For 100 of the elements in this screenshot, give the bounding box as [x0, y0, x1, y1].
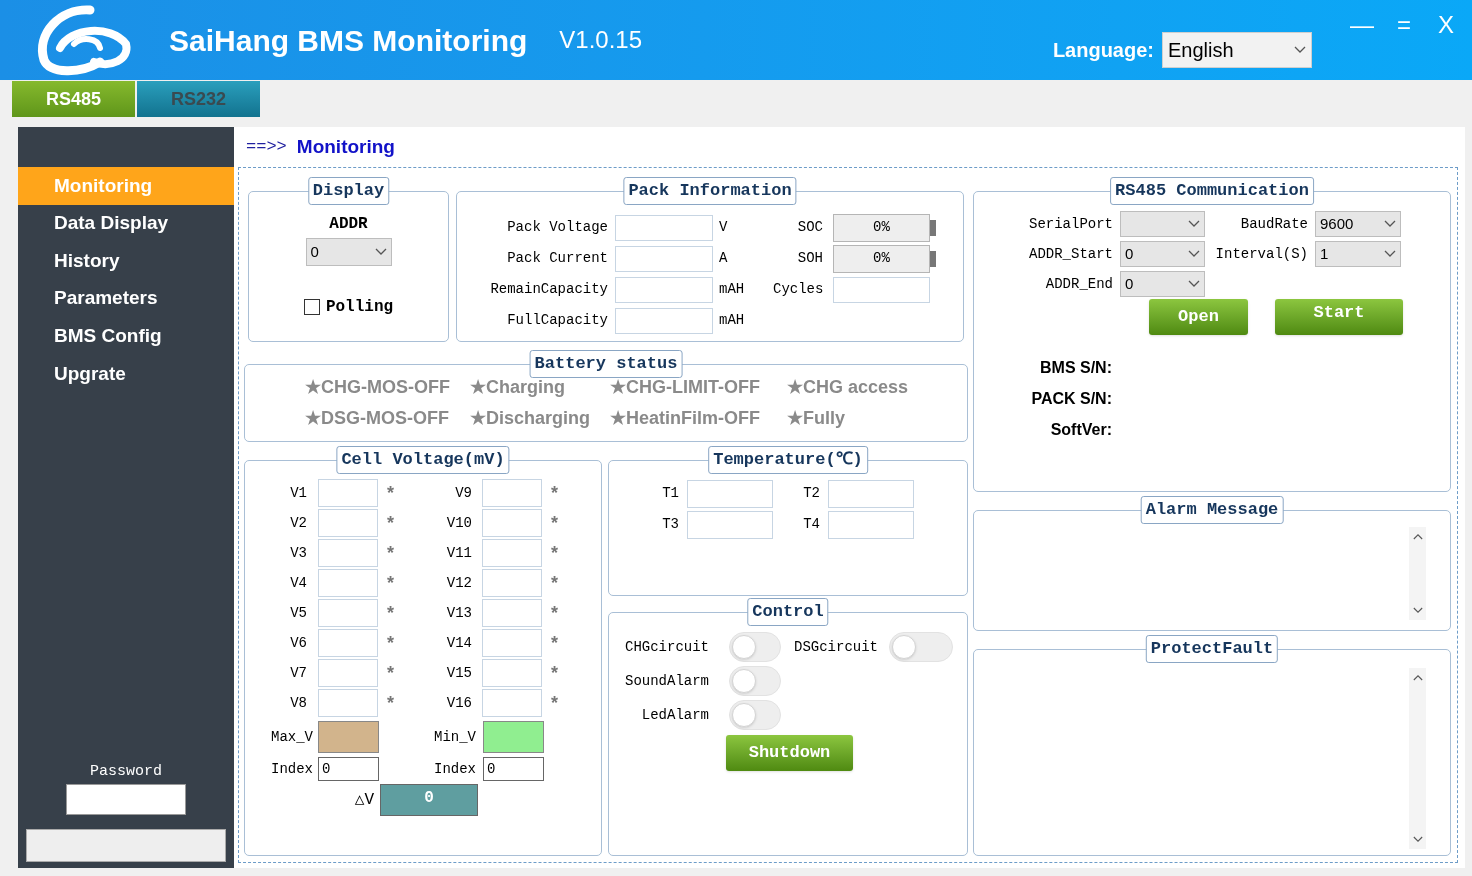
addr-label: ADDR	[329, 214, 368, 235]
serial-port-dropdown[interactable]	[1120, 211, 1205, 237]
toggle-switch[interactable]	[729, 666, 781, 696]
interval-dropdown[interactable]: 1	[1315, 241, 1401, 267]
cell-label: V1	[289, 483, 307, 503]
cell-voltage-field[interactable]	[318, 689, 378, 717]
language-dropdown[interactable]: English	[1162, 32, 1312, 68]
sidebar-item[interactable]: BMS Config	[18, 317, 234, 355]
field-label: RemainCapacity	[489, 280, 608, 299]
field-label: Pack Current	[506, 249, 608, 268]
cell-label: V11	[445, 543, 472, 563]
cell-label: V4	[289, 573, 307, 593]
index-label: Index	[433, 759, 476, 779]
value-field[interactable]	[615, 276, 713, 303]
chevron-down-icon	[1188, 220, 1200, 228]
cell-label: V3	[289, 543, 307, 563]
cell-voltage-field[interactable]	[318, 509, 378, 537]
temperature-field[interactable]	[687, 479, 773, 508]
balance-marker: *	[386, 571, 395, 595]
cell-label: V2	[289, 513, 307, 533]
unit-label: V	[718, 218, 729, 237]
chevron-up-icon	[1412, 533, 1423, 540]
cell-voltage-field[interactable]	[318, 539, 378, 567]
switch-label: LedAlarm	[640, 705, 709, 725]
gauge-value: 0%	[873, 249, 890, 268]
cell-label: V16	[445, 693, 472, 713]
chevron-down-icon	[1384, 220, 1396, 228]
value-field[interactable]	[615, 214, 713, 241]
battery-tip	[930, 219, 936, 236]
status-indicator: ★DSG-MOS-OFF	[305, 407, 450, 430]
cell-voltage-field[interactable]	[482, 539, 542, 567]
min-voltage-label: Min_V	[433, 727, 476, 747]
balance-marker: *	[386, 661, 395, 685]
temperature-field[interactable]	[828, 479, 914, 508]
cell-voltage-field[interactable]	[482, 479, 542, 507]
addr-start-dropdown[interactable]: 0	[1120, 241, 1205, 267]
index-field[interactable]: 0	[318, 757, 379, 781]
scrollbar[interactable]	[1409, 527, 1426, 620]
cell-label: V12	[445, 573, 472, 593]
gauge-value: 0%	[873, 218, 890, 237]
page-heading: Monitoring	[296, 134, 395, 159]
chevron-down-icon	[1384, 250, 1396, 258]
cell-voltage-field[interactable]	[482, 509, 542, 537]
language-label: Language:	[1052, 38, 1154, 63]
balance-marker: *	[386, 601, 395, 625]
value-field[interactable]	[615, 307, 713, 334]
cell-voltage-field[interactable]	[482, 569, 542, 597]
balance-marker: *	[386, 481, 395, 505]
checkbox[interactable]	[303, 299, 320, 315]
switch-label: DSGcircuit	[793, 637, 878, 657]
field-label: Interval(S)	[1214, 244, 1308, 264]
cell-label: V8	[289, 693, 307, 713]
group-title: Alarm Message	[1140, 496, 1284, 524]
chevron-down-icon	[1412, 607, 1423, 614]
value-field[interactable]	[833, 276, 930, 303]
cell-voltage-field[interactable]	[482, 689, 542, 717]
cell-voltage-field[interactable]	[482, 629, 542, 657]
addr-dropdown[interactable]: 0	[305, 238, 392, 266]
value-field[interactable]	[615, 245, 713, 272]
chevron-down-icon	[1412, 836, 1423, 843]
group-title: Cell Voltage(mV)	[336, 446, 510, 474]
switch-label: SoundAlarm	[624, 671, 709, 691]
sidebar-item[interactable]: Parameters	[18, 279, 234, 318]
delta-voltage-label: △V	[353, 790, 374, 811]
cell-voltage-field[interactable]	[318, 479, 378, 507]
toggle-switch[interactable]	[729, 700, 781, 730]
cell-voltage-field[interactable]	[482, 599, 542, 627]
field-label: FullCapacity	[506, 311, 608, 330]
baud-rate-dropdown[interactable]: 9600	[1315, 211, 1401, 237]
temperature-field[interactable]	[828, 510, 914, 539]
password-field[interactable]	[66, 784, 186, 815]
toggle-switch[interactable]	[729, 632, 781, 662]
index-field[interactable]: 0	[483, 757, 544, 781]
balance-marker: *	[550, 511, 559, 535]
cell-voltage-field[interactable]	[318, 569, 378, 597]
toggle-switch[interactable]	[889, 632, 953, 662]
sensor-label: T1	[661, 484, 680, 503]
password-label: Password	[90, 761, 162, 782]
sidebar-item[interactable]: Upgrate	[18, 354, 234, 393]
unit-label: mAH	[718, 311, 746, 330]
field-label: BaudRate	[1239, 214, 1308, 234]
cell-label: V6	[289, 633, 307, 653]
info-label: BMS S/N:	[1039, 357, 1112, 378]
cell-voltage-field[interactable]	[318, 659, 378, 687]
cell-label: V14	[445, 633, 472, 653]
sidebar-item[interactable]: Data Display	[18, 204, 234, 243]
field-label: SerialPort	[1028, 214, 1113, 234]
status-indicator: ★Fully	[787, 407, 846, 430]
field-label: ADDR_End	[1044, 274, 1113, 294]
cell-voltage-field[interactable]	[482, 659, 542, 687]
addr-end-dropdown[interactable]: 0	[1120, 271, 1205, 297]
scrollbar[interactable]	[1409, 668, 1426, 849]
temperature-field[interactable]	[687, 510, 773, 539]
group-title: Display	[307, 177, 390, 205]
sidebar-item[interactable]: History	[18, 242, 234, 280]
cell-label: V7	[289, 663, 307, 683]
field-label: SOH	[796, 249, 823, 268]
cell-voltage-field[interactable]	[318, 629, 378, 657]
cell-voltage-field[interactable]	[318, 599, 378, 627]
balance-marker: *	[550, 571, 559, 595]
